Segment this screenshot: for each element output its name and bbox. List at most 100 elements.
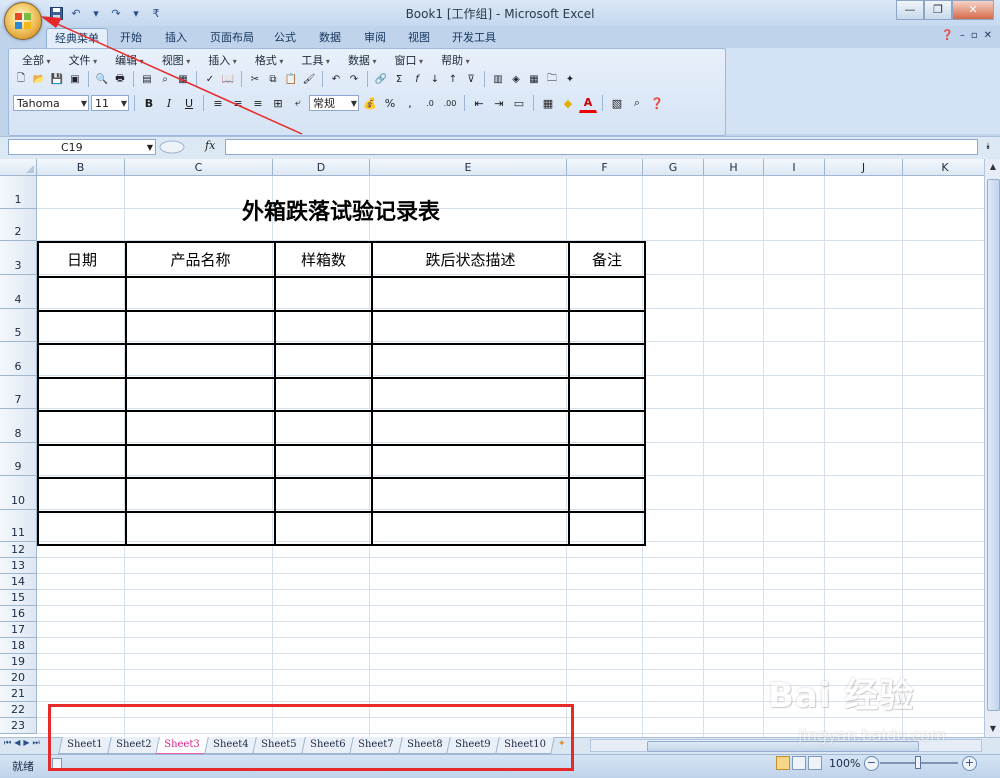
table-cell[interactable] xyxy=(274,477,373,513)
align-center-icon[interactable]: ≡ xyxy=(229,94,247,112)
tab-formulas[interactable]: 公式 xyxy=(266,28,304,47)
table-cell[interactable] xyxy=(568,511,646,546)
row-header-12[interactable]: 12 xyxy=(0,542,37,558)
cut-icon[interactable]: ✂ xyxy=(247,71,263,87)
italic-button[interactable]: I xyxy=(160,94,178,112)
table-cell[interactable] xyxy=(37,310,127,345)
fill-color-icon[interactable]: ◆ xyxy=(559,94,577,112)
table-cell[interactable] xyxy=(274,310,373,345)
column-header-g[interactable]: G xyxy=(643,159,704,176)
hyperlink-icon[interactable]: 🔗 xyxy=(373,71,389,87)
copy-icon[interactable]: ⧉ xyxy=(265,71,281,87)
spelling-icon[interactable]: ✓ xyxy=(202,71,218,87)
table-cell[interactable] xyxy=(568,310,646,345)
select-all-corner[interactable] xyxy=(0,159,37,176)
page-setup-icon[interactable]: ▤ xyxy=(139,71,155,87)
row-header-2[interactable]: 2 xyxy=(0,209,37,241)
menu-tools[interactable]: 工具 xyxy=(292,53,339,69)
row-header-16[interactable]: 16 xyxy=(0,606,37,622)
sort-ascending-icon[interactable]: ↓ xyxy=(427,71,443,87)
row-header-3[interactable]: 3 xyxy=(0,241,37,275)
column-header-i[interactable]: I xyxy=(764,159,825,176)
folder-icon[interactable]: 🗀 xyxy=(544,71,560,87)
table-header-cell[interactable]: 备注 xyxy=(568,241,646,278)
highlight-icon[interactable]: ✦ xyxy=(562,71,578,87)
table-cell[interactable] xyxy=(568,410,646,446)
column-header-k[interactable]: K xyxy=(903,159,984,176)
currency-icon[interactable]: 💰 xyxy=(361,94,379,112)
vertical-scroll-thumb[interactable] xyxy=(987,179,1000,711)
cell-styles-icon[interactable]: ▭ xyxy=(510,94,528,112)
row-header-22[interactable]: 22 xyxy=(0,702,37,718)
table-cell[interactable] xyxy=(371,511,570,546)
insert-function-button[interactable]: fx xyxy=(205,139,215,152)
decrease-indent-icon[interactable]: ⇤ xyxy=(470,94,488,112)
table-cell[interactable] xyxy=(274,511,373,546)
table-cell[interactable] xyxy=(125,444,276,479)
menu-edit[interactable]: 编辑 xyxy=(106,53,153,69)
paste-icon[interactable]: 📋 xyxy=(283,71,299,87)
table-cell[interactable] xyxy=(371,444,570,479)
column-header-e[interactable]: E xyxy=(370,159,567,176)
formula-input[interactable] xyxy=(225,139,978,155)
next-sheet-icon[interactable]: ▶ xyxy=(23,738,29,748)
save-icon[interactable]: 💾 xyxy=(49,71,65,87)
restore-button[interactable]: ❐ xyxy=(924,0,952,20)
menu-data[interactable]: 数据 xyxy=(339,53,386,69)
ribbon-minimize-icon[interactable]: – xyxy=(960,30,965,41)
table-cell[interactable] xyxy=(568,377,646,412)
zoom-icon[interactable]: ⌕ xyxy=(628,94,646,112)
underline-button[interactable]: U xyxy=(180,94,198,112)
scroll-up-icon[interactable]: ▲ xyxy=(985,159,1000,175)
ribbon-close-icon[interactable]: ✕ xyxy=(984,30,992,41)
menu-all[interactable]: 全部 xyxy=(13,53,60,69)
row-header-7[interactable]: 7 xyxy=(0,376,37,409)
row-header-1[interactable]: 1 xyxy=(0,176,37,209)
table-cell[interactable] xyxy=(125,477,276,513)
menu-insert[interactable]: 插入 xyxy=(199,53,246,69)
table-cell[interactable] xyxy=(125,410,276,446)
column-header-f[interactable]: F xyxy=(567,159,643,176)
name-box[interactable]: C19 ▼ xyxy=(8,139,156,155)
table-cell[interactable] xyxy=(371,410,570,446)
menu-help[interactable]: 帮助 xyxy=(432,53,479,69)
chart-wizard-icon[interactable]: ▧ xyxy=(608,94,626,112)
expand-formula-bar-icon[interactable]: ⯯ xyxy=(980,139,996,155)
tab-view[interactable]: 视图 xyxy=(400,28,438,47)
borders-icon[interactable]: ▦ xyxy=(539,94,557,112)
table-header-cell[interactable]: 跌后状态描述 xyxy=(371,241,570,278)
font-color-icon[interactable]: A xyxy=(579,93,597,113)
tab-insert[interactable]: 插入 xyxy=(157,28,195,47)
row-header-8[interactable]: 8 xyxy=(0,409,37,443)
table-cell[interactable] xyxy=(568,477,646,513)
row-header-11[interactable]: 11 xyxy=(0,510,37,542)
row-header-5[interactable]: 5 xyxy=(0,309,37,342)
decrease-decimal-icon[interactable]: .00 xyxy=(441,94,459,112)
tab-classic-menu[interactable]: 经典菜单 xyxy=(46,28,108,48)
office-button[interactable] xyxy=(4,2,42,40)
table-cell[interactable] xyxy=(274,343,373,379)
table-cell[interactable] xyxy=(125,511,276,546)
row-header-17[interactable]: 17 xyxy=(0,622,37,638)
open-folder-icon[interactable]: 📂 xyxy=(31,71,47,87)
ribbon-restore-icon[interactable]: ▫ xyxy=(971,30,978,41)
row-header-13[interactable]: 13 xyxy=(0,558,37,574)
column-header-d[interactable]: D xyxy=(273,159,370,176)
table-cell[interactable] xyxy=(371,310,570,345)
row-header-20[interactable]: 20 xyxy=(0,670,37,686)
table-cell[interactable] xyxy=(37,444,127,479)
tab-data[interactable]: 数据 xyxy=(311,28,349,47)
table-cell[interactable] xyxy=(371,343,570,379)
filter-icon[interactable]: ⊽ xyxy=(463,71,479,87)
print-icon[interactable]: 🖶 xyxy=(112,71,128,87)
row-header-23[interactable]: 23 xyxy=(0,718,37,734)
worksheet-grid[interactable]: BCDEFGHIJK 1 2 3 4 5 6 7 8 9 10 11 12 13 14 15 16 17 18 19… xyxy=(0,159,984,737)
format-painter-icon[interactable]: 🖌 xyxy=(301,71,317,87)
menu-view[interactable]: 视图 xyxy=(153,53,200,69)
column-header-b[interactable]: B xyxy=(37,159,125,176)
table-header-cell[interactable]: 样箱数 xyxy=(274,241,373,278)
percent-icon[interactable]: % xyxy=(381,94,399,112)
merge-center-icon[interactable]: ⊞ xyxy=(269,94,287,112)
table-cell[interactable] xyxy=(125,276,276,312)
table-cell[interactable] xyxy=(371,377,570,412)
